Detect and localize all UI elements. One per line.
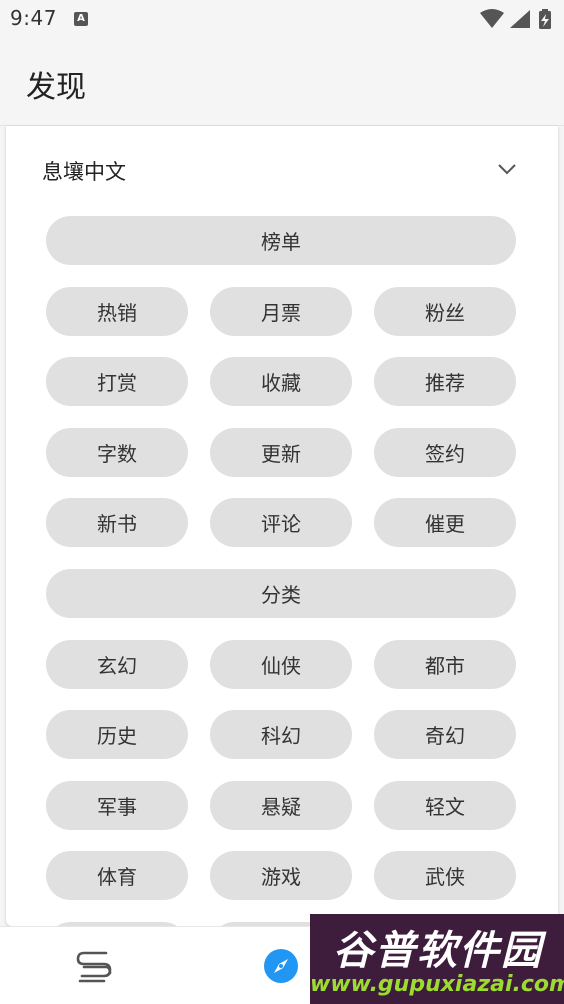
wifi-icon bbox=[480, 9, 504, 28]
section-header-category[interactable]: 分类 bbox=[46, 569, 516, 618]
chip-category-8[interactable]: 悬疑 bbox=[210, 781, 352, 830]
source-name: 息壤中文 bbox=[42, 160, 126, 184]
chip-category-10[interactable]: 体育 bbox=[46, 851, 188, 900]
section-header-rank[interactable]: 榜单 bbox=[46, 216, 516, 265]
chip-category-7[interactable]: 军事 bbox=[46, 781, 188, 830]
chip-category-3[interactable]: 都市 bbox=[374, 640, 516, 689]
chip-category-9[interactable]: 轻文 bbox=[374, 781, 516, 830]
chip-rank-2[interactable]: 月票 bbox=[210, 287, 352, 336]
watermark-url: www.gupuxiazai.com bbox=[310, 972, 564, 997]
chip-rank-5[interactable]: 收藏 bbox=[210, 357, 352, 406]
bookshelf-icon[interactable] bbox=[74, 947, 114, 987]
source-card: 息壤中文 榜单 热销 月票 粉丝 打赏 收藏 推荐 字数 更新 签约 新书 评论… bbox=[6, 126, 558, 926]
chip-category-5[interactable]: 科幻 bbox=[210, 710, 352, 759]
battery-icon bbox=[539, 9, 551, 29]
chip-rank-6[interactable]: 推荐 bbox=[374, 357, 516, 406]
chip-category-12[interactable]: 武侠 bbox=[374, 851, 516, 900]
chip-rank-7[interactable]: 字数 bbox=[46, 428, 188, 477]
chip-rank-10[interactable]: 新书 bbox=[46, 498, 188, 547]
status-time: 9:47 bbox=[10, 6, 57, 30]
chip-rank-11[interactable]: 评论 bbox=[210, 498, 352, 547]
notification-icon: A bbox=[74, 12, 88, 26]
compass-icon[interactable] bbox=[262, 947, 300, 985]
chip-rank-4[interactable]: 打赏 bbox=[46, 357, 188, 406]
watermark-title: 谷普软件园 bbox=[333, 928, 543, 974]
chip-rank-9[interactable]: 签约 bbox=[374, 428, 516, 477]
status-icons bbox=[480, 9, 551, 29]
page-title: 发现 bbox=[26, 70, 86, 105]
chip-category-2[interactable]: 仙侠 bbox=[210, 640, 352, 689]
signal-icon bbox=[510, 10, 530, 28]
chip-rank-3[interactable]: 粉丝 bbox=[374, 287, 516, 336]
chevron-down-icon[interactable] bbox=[496, 158, 518, 180]
status-bar: 9:47 A bbox=[0, 0, 564, 38]
chip-rank-12[interactable]: 催更 bbox=[374, 498, 516, 547]
watermark-logo: 谷普软件园 www.gupuxiazai.com bbox=[310, 914, 564, 1004]
chip-rank-8[interactable]: 更新 bbox=[210, 428, 352, 477]
chip-rank-1[interactable]: 热销 bbox=[46, 287, 188, 336]
chip-category-1[interactable]: 玄幻 bbox=[46, 640, 188, 689]
chip-category-6[interactable]: 奇幻 bbox=[374, 710, 516, 759]
app-bar: 发现 bbox=[0, 38, 564, 126]
source-card-header[interactable]: 息壤中文 bbox=[6, 126, 558, 212]
chip-category-4[interactable]: 历史 bbox=[46, 710, 188, 759]
chip-category-11[interactable]: 游戏 bbox=[210, 851, 352, 900]
